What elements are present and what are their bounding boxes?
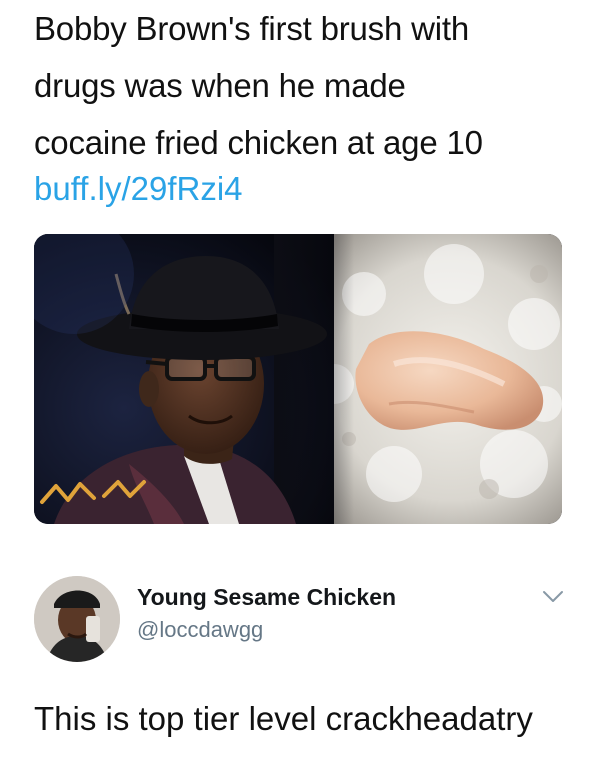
portrait-photo — [34, 234, 354, 524]
media-composite-image — [34, 234, 562, 524]
tweet-text-line: Bobby Brown's first brush with — [34, 10, 469, 47]
avatar[interactable] — [34, 576, 120, 662]
reply-tweet[interactable]: Young Sesame Chicken @loccdawgg This is … — [0, 560, 599, 760]
tweet-media-image[interactable] — [34, 234, 562, 524]
reply-text: This is top tier level crackheadatry — [34, 700, 533, 737]
tweet-text-line: drugs was when he made — [34, 67, 406, 104]
avatar-image — [34, 576, 120, 662]
user-handle[interactable]: @loccdawgg — [137, 617, 263, 643]
display-name[interactable]: Young Sesame Chicken — [137, 584, 396, 611]
tweet-link[interactable]: buff.ly/29fRzi4 — [34, 160, 243, 217]
tweet-text: Bobby Brown's first brush with drugs was… — [34, 0, 574, 171]
chevron-down-icon[interactable] — [541, 588, 565, 606]
